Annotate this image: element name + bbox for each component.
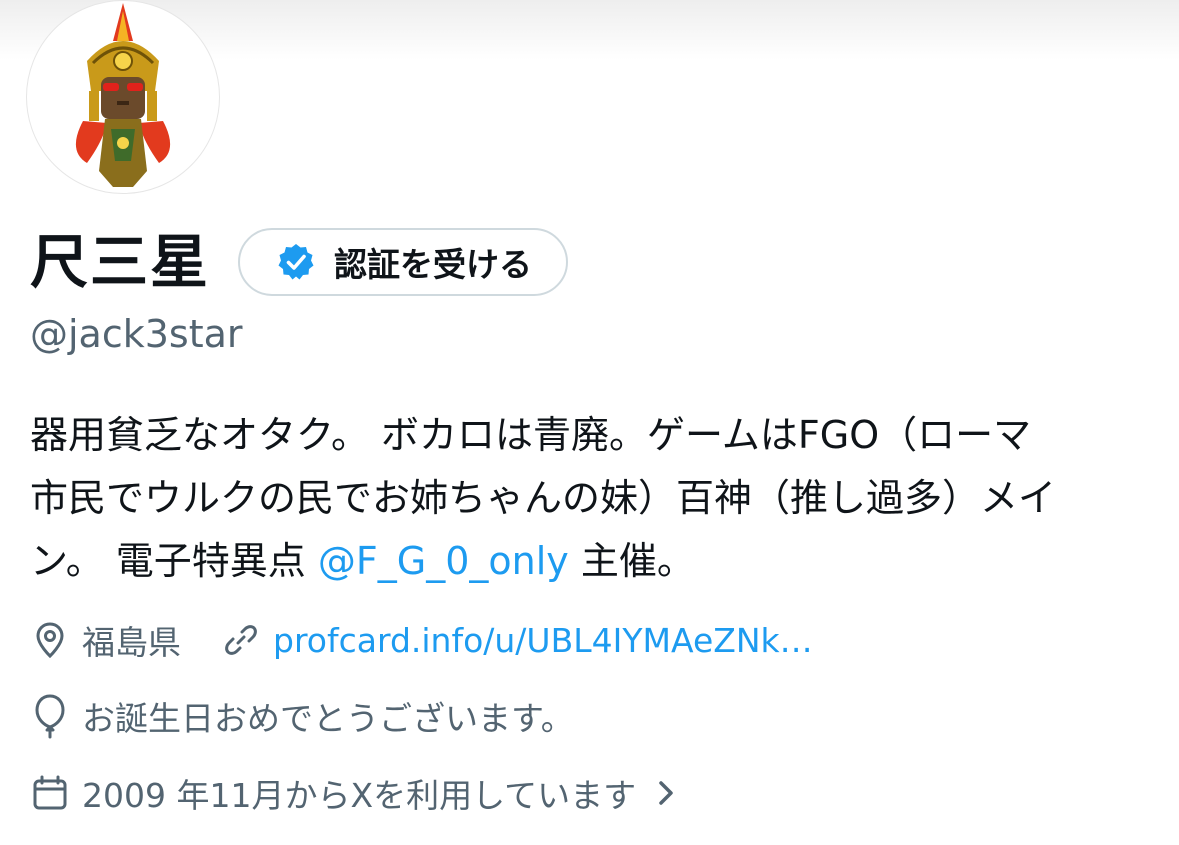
bio-line-1: 器用貧乏なオタク。 ボカロは青廃。ゲームはFGO（ローマ: [30, 413, 1032, 457]
bio-mention-link[interactable]: @F_G_0_only: [318, 539, 569, 583]
avatar[interactable]: [26, 0, 220, 194]
bio-line-3: ン。 電子特異点 @F_G_0_only 主催。: [30, 530, 1160, 593]
verified-badge-icon: [278, 244, 314, 280]
link-icon: [225, 625, 257, 655]
website-link[interactable]: profcard.info/u/UBL4IYMAeZNk…: [273, 621, 813, 660]
bio-line-3-suffix: 主催。: [568, 539, 695, 583]
joined-text: 2009 年11月からXを利用しています: [82, 776, 637, 815]
bio-line-3-prefix: ン。 電子特異点: [30, 539, 318, 583]
balloon-icon: [35, 694, 65, 739]
user-handle: @jack3star: [30, 312, 243, 356]
birthday-row: お誕生日おめでとうございます。: [30, 690, 574, 742]
location-text: 福島県: [82, 623, 181, 662]
birthday-text: お誕生日おめでとうございます。: [82, 699, 574, 738]
name-row: 尺三星 認証を受ける: [30, 222, 569, 302]
get-verified-label: 認証を受ける: [334, 245, 533, 284]
get-verified-button[interactable]: 認証を受ける: [238, 228, 569, 296]
profile-bio: 器用貧乏なオタク。 ボカロは青廃。ゲームはFGO（ローマ 市民でウルクの民でお姉…: [30, 404, 1160, 593]
profile-page: 尺三星 認証を受ける @jack3star 器用貧乏なオタク。 ボカロは青廃。ゲ…: [0, 0, 1179, 845]
location-pin-icon: [36, 622, 64, 659]
display-name: 尺三星: [30, 228, 211, 296]
joined-row[interactable]: 2009 年11月からXを利用しています: [30, 767, 678, 819]
location-link-row: 福島県 profcard.info/u/UBL4IYMAeZNk…: [30, 614, 813, 666]
bio-line-2: 市民でウルクの民でお姉ちゃんの妹）百神（推し過多）メイ: [30, 476, 1057, 520]
calendar-icon: [33, 775, 67, 810]
chevron-right-icon: [659, 781, 673, 805]
avatar-image: [75, 3, 171, 187]
